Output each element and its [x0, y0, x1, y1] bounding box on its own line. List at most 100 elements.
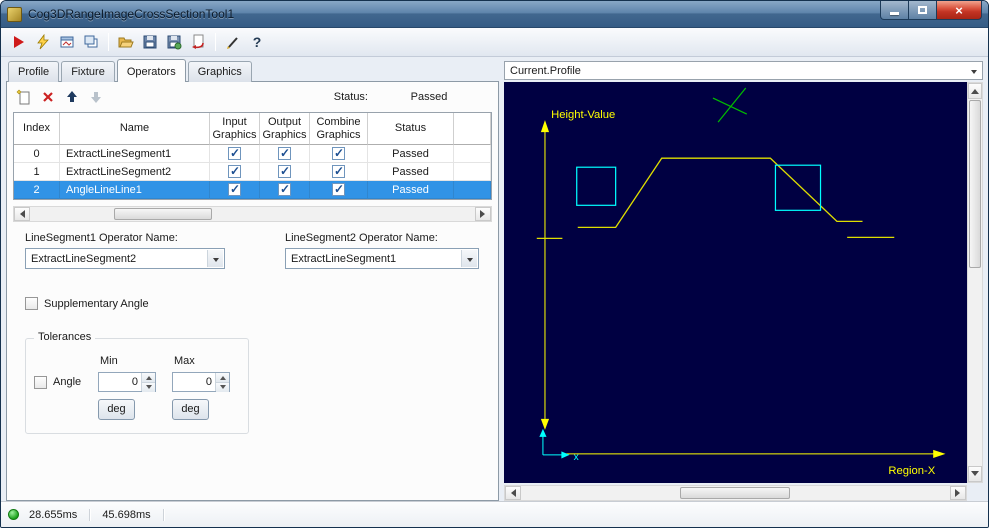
chevron-down-icon — [145, 385, 152, 392]
delete-operator-button[interactable] — [39, 88, 57, 106]
column-header-index[interactable]: Index — [14, 113, 60, 145]
operator-row-0[interactable]: 0 ExtractLineSegment1 Passed — [14, 145, 491, 163]
operator-row-2-selected[interactable]: 2 AngleLineLine1 Passed — [14, 181, 491, 199]
move-up-button[interactable] — [63, 88, 81, 106]
profile-display-panel: Current.Profile Height-Value Region-X x — [501, 57, 988, 501]
scrollbar-thumb[interactable] — [114, 208, 212, 220]
max-label: Max — [174, 355, 195, 367]
dropdown-arrow[interactable] — [207, 250, 223, 267]
display-vertical-scrollbar[interactable] — [967, 82, 983, 483]
angle-min-spinner[interactable]: 0 — [98, 372, 156, 392]
cell-status: Passed — [368, 145, 454, 163]
left-arrow-icon — [507, 489, 516, 497]
chevron-down-icon — [212, 257, 219, 265]
floating-display-button[interactable] — [80, 31, 102, 53]
combine-graphics-checkbox[interactable] — [332, 146, 345, 160]
save-button[interactable] — [139, 31, 161, 53]
cell-filler — [454, 145, 491, 163]
angle-min-value: 0 — [131, 376, 138, 388]
help-icon: ? — [252, 34, 262, 50]
status-bar: 28.655ms 45.698ms — [1, 501, 988, 527]
cell-filler — [454, 181, 491, 199]
combine-graphics-checkbox[interactable] — [332, 182, 345, 196]
display-horizontal-scrollbar[interactable] — [504, 485, 967, 501]
max-deg-button[interactable]: deg — [172, 398, 209, 420]
column-header-input-graphics[interactable]: Input Graphics — [210, 113, 260, 145]
grid-horizontal-scrollbar[interactable] — [13, 206, 492, 222]
scrollbar-thumb[interactable] — [680, 487, 790, 499]
output-graphics-checkbox[interactable] — [278, 146, 291, 160]
column-header-status[interactable]: Status — [368, 113, 454, 145]
angle-tolerance-checkbox[interactable] — [34, 375, 47, 389]
input-graphics-checkbox[interactable] — [228, 146, 241, 160]
open-folder-icon — [118, 37, 134, 48]
line-segment2-block: LineSegment2 Operator Name: ExtractLineS… — [285, 232, 479, 269]
column-header-output-graphics[interactable]: Output Graphics — [260, 113, 310, 145]
open-button[interactable] — [115, 31, 137, 53]
column-header-name[interactable]: Name — [60, 113, 210, 145]
spin-up-button[interactable] — [142, 373, 155, 382]
minimize-button[interactable] — [880, 1, 909, 20]
spin-down-button[interactable] — [216, 382, 229, 392]
line-segment1-combobox[interactable]: ExtractLineSegment2 — [25, 248, 225, 269]
supplementary-angle-row: Supplementary Angle — [25, 297, 492, 310]
input-graphics-checkbox[interactable] — [228, 182, 241, 196]
help-button[interactable]: ? — [246, 31, 268, 53]
tab-operators[interactable]: Operators — [116, 59, 186, 82]
min-label: Min — [100, 355, 118, 367]
tab-profile[interactable]: Profile — [8, 61, 60, 82]
import-button[interactable] — [187, 31, 209, 53]
floating-display-icon — [84, 35, 98, 48]
line-segment2-combobox[interactable]: ExtractLineSegment1 — [285, 248, 479, 269]
save-results-icon — [167, 35, 182, 50]
dropdown-arrow[interactable] — [461, 250, 477, 267]
tool-display-button[interactable] — [56, 31, 78, 53]
close-icon: × — [955, 2, 963, 18]
column-header-filler — [454, 113, 491, 145]
scroll-left-button[interactable] — [505, 486, 521, 500]
dropdown-arrow[interactable] — [966, 63, 981, 78]
operators-grid: Index Name Input Graphics Output Graphic… — [13, 112, 492, 200]
minimize-icon — [890, 12, 899, 15]
measure-button[interactable] — [222, 31, 244, 53]
cell-name: AngleLineLine1 — [60, 181, 210, 199]
operators-toolbar: Status: Passed — [13, 86, 492, 112]
x-axis-label: Region-X — [888, 465, 935, 477]
output-graphics-checkbox[interactable] — [278, 164, 291, 178]
angle-max-spinner[interactable]: 0 — [172, 372, 230, 392]
display-source-combobox[interactable]: Current.Profile — [504, 61, 983, 80]
title-bar[interactable]: Cog3DRangeImageCrossSectionTool1 × — [1, 1, 988, 28]
scroll-right-button[interactable] — [950, 486, 966, 500]
move-down-button[interactable] — [87, 88, 105, 106]
spin-down-button[interactable] — [142, 382, 155, 392]
add-operator-button[interactable] — [15, 88, 33, 106]
supplementary-angle-checkbox[interactable] — [25, 297, 38, 310]
angle-label: Angle — [53, 376, 82, 388]
output-graphics-checkbox[interactable] — [278, 182, 291, 196]
spin-up-button[interactable] — [216, 373, 229, 382]
tab-graphics[interactable]: Graphics — [187, 61, 252, 82]
app-window: Cog3DRangeImageCrossSectionTool1 × ? Pro… — [0, 0, 989, 528]
close-button[interactable]: × — [937, 1, 982, 20]
input-graphics-checkbox[interactable] — [228, 164, 241, 178]
main-content: Profile Fixture Operators Graphics Statu… — [1, 57, 988, 501]
origin-x-label: x — [574, 452, 579, 463]
profile-plot: Height-Value Region-X x — [504, 82, 967, 483]
column-header-combine-graphics[interactable]: Combine Graphics — [310, 113, 368, 145]
electric-run-button[interactable] — [32, 31, 54, 53]
scrollbar-thumb[interactable] — [969, 100, 981, 268]
scroll-right-button[interactable] — [475, 207, 491, 221]
tab-fixture[interactable]: Fixture — [61, 61, 115, 82]
delete-icon — [43, 92, 53, 102]
maximize-button[interactable] — [909, 1, 937, 20]
scroll-down-button[interactable] — [968, 466, 982, 482]
run-button[interactable] — [8, 31, 30, 53]
caption-buttons: × — [880, 1, 982, 20]
scroll-up-button[interactable] — [968, 83, 982, 99]
operator-row-1[interactable]: 1 ExtractLineSegment2 Passed — [14, 163, 491, 181]
combine-graphics-checkbox[interactable] — [332, 164, 345, 178]
profile-display[interactable]: Height-Value Region-X x — [504, 82, 967, 483]
save-results-button[interactable] — [163, 31, 185, 53]
min-deg-button[interactable]: deg — [98, 398, 135, 420]
scroll-left-button[interactable] — [14, 207, 30, 221]
